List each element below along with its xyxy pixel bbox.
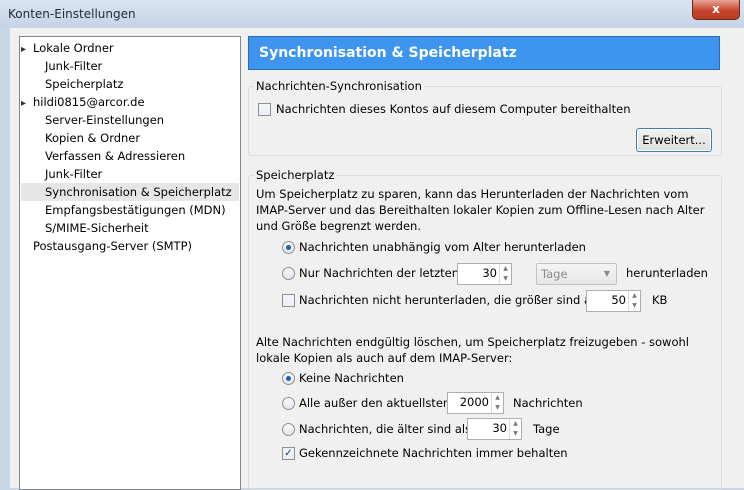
arrow-down-icon[interactable]: ▼ bbox=[629, 301, 640, 311]
window-title: Konten-Einstellungen bbox=[8, 7, 136, 21]
size-limit-unit: KB bbox=[652, 293, 668, 307]
size-limit-input[interactable]: 50 ▲ ▼ bbox=[586, 290, 641, 312]
tree-item-smtp[interactable]: Postausgang-Server (SMTP) bbox=[33, 237, 192, 255]
delete-except-radio[interactable] bbox=[282, 397, 295, 410]
spin-buttons[interactable]: ▲ ▼ bbox=[499, 264, 511, 284]
spin-value: 2000 bbox=[459, 395, 489, 409]
download-recent-unit-select[interactable]: Tage ▼ bbox=[536, 263, 617, 285]
arrow-up-icon[interactable]: ▲ bbox=[629, 291, 640, 301]
arrow-down-icon[interactable]: ▼ bbox=[500, 274, 511, 284]
tree-item-smime[interactable]: S/MIME-Sicherheit bbox=[45, 219, 149, 237]
spin-value: 30 bbox=[482, 266, 497, 280]
keep-messages-checkbox[interactable] bbox=[258, 103, 271, 116]
storage-group-legend: Speicherplatz bbox=[254, 168, 337, 182]
download-all-label: Nachrichten unabhängig vom Alter herunte… bbox=[299, 240, 586, 254]
keep-flagged-checkbox[interactable]: ✓ bbox=[282, 447, 295, 460]
tree-item-label: Postausgang-Server (SMTP) bbox=[33, 239, 192, 253]
sync-group-legend: Nachrichten-Synchronisation bbox=[254, 79, 424, 93]
tree-item-label: Lokale Ordner bbox=[33, 41, 114, 55]
title-bar: Konten-Einstellungen x bbox=[0, 0, 744, 28]
page-header: Synchronisation & Speicherplatz bbox=[248, 36, 720, 70]
delete-except-label: Alle außer den aktuellsten bbox=[299, 396, 451, 410]
delete-none-label: Keine Nachrichten bbox=[299, 371, 404, 385]
tree-item-label: Kopien & Ordner bbox=[45, 131, 141, 145]
delete-older-input[interactable]: 30 ▲ ▼ bbox=[467, 418, 522, 440]
delete-older-label: Nachrichten, die älter sind als bbox=[299, 422, 472, 436]
tree-item-label: Speicherplatz bbox=[45, 77, 124, 91]
download-recent-suffix: herunterladen bbox=[626, 266, 708, 280]
tree-item-local-folders[interactable]: ▸ Lokale Ordner bbox=[21, 39, 114, 57]
tree-item-label: hildi0815@arcor.de bbox=[33, 95, 145, 109]
tree-item-account[interactable]: ▸ hildi0815@arcor.de bbox=[21, 93, 145, 111]
spin-value: 50 bbox=[611, 293, 626, 307]
arrow-down-icon[interactable]: ▼ bbox=[510, 429, 521, 439]
download-all-radio[interactable] bbox=[282, 241, 295, 254]
expand-icon[interactable]: ▸ bbox=[21, 95, 33, 113]
tree-item-disk-space-local[interactable]: Speicherplatz bbox=[45, 75, 123, 93]
spin-buttons[interactable]: ▲ ▼ bbox=[491, 393, 503, 413]
delete-older-radio[interactable] bbox=[282, 423, 295, 436]
size-limit-label: Nachrichten nicht herunterladen, die grö… bbox=[299, 293, 601, 307]
tree-item-junk-filter-account[interactable]: Junk-Filter bbox=[45, 165, 102, 183]
storage-description: Um Speicherplatz zu sparen, kann das Her… bbox=[256, 187, 705, 233]
tree-item-label: Server-Einstellungen bbox=[45, 113, 165, 127]
arrow-up-icon[interactable]: ▲ bbox=[492, 393, 503, 403]
tree-item-copies-folders[interactable]: Kopien & Ordner bbox=[45, 129, 140, 147]
delete-except-suffix: Nachrichten bbox=[513, 396, 583, 410]
delete-description: Alte Nachrichten endgültig löschen, um S… bbox=[256, 335, 689, 365]
delete-older-suffix: Tage bbox=[533, 422, 560, 436]
chevron-down-icon: ▼ bbox=[603, 269, 610, 278]
keep-messages-label: Nachrichten dieses Kontos auf diesem Com… bbox=[276, 102, 631, 116]
close-icon: x bbox=[712, 2, 720, 16]
account-tree[interactable]: ▸ Lokale Ordner Junk-Filter Speicherplatz… bbox=[19, 36, 241, 490]
check-icon: ✓ bbox=[284, 448, 293, 459]
tree-item-label: Verfassen & Adressieren bbox=[45, 149, 186, 163]
advanced-button[interactable]: Erweitert... bbox=[636, 128, 712, 152]
keep-flagged-label: Gekennzeichnete Nachrichten immer behalt… bbox=[299, 446, 568, 460]
spin-buttons[interactable]: ▲ ▼ bbox=[509, 419, 521, 439]
tree-item-label: Synchronisation & Speicherplatz bbox=[45, 185, 232, 199]
arrow-up-icon[interactable]: ▲ bbox=[510, 419, 521, 429]
tree-item-junk-filter-local[interactable]: Junk-Filter bbox=[45, 57, 102, 75]
tree-item-label: Empfangsbestätigungen (MDN) bbox=[45, 203, 226, 217]
delete-none-radio[interactable] bbox=[282, 372, 295, 385]
spin-value: 30 bbox=[492, 421, 507, 435]
spin-buttons[interactable]: ▲ ▼ bbox=[628, 291, 640, 311]
download-recent-radio[interactable] bbox=[282, 267, 295, 280]
download-recent-days-input[interactable]: 30 ▲ ▼ bbox=[457, 263, 512, 285]
select-value: Tage bbox=[541, 267, 568, 281]
settings-panel: Synchronisation & Speicherplatz Nachrich… bbox=[248, 36, 740, 490]
tree-item-receipts[interactable]: Empfangsbestätigungen (MDN) bbox=[45, 201, 226, 219]
tree-item-label: Junk-Filter bbox=[45, 167, 103, 181]
tree-item-sync-storage[interactable]: Synchronisation & Speicherplatz bbox=[21, 183, 239, 201]
delete-except-input[interactable]: 2000 ▲ ▼ bbox=[447, 392, 504, 414]
arrow-up-icon[interactable]: ▲ bbox=[500, 264, 511, 274]
close-button[interactable]: x bbox=[692, 0, 740, 20]
download-recent-label: Nur Nachrichten der letzten bbox=[299, 266, 460, 280]
advanced-button-label: Erweitert... bbox=[642, 133, 706, 147]
page-title: Synchronisation & Speicherplatz bbox=[259, 45, 517, 61]
tree-item-label: S/MIME-Sicherheit bbox=[45, 221, 149, 235]
size-limit-checkbox[interactable] bbox=[282, 294, 295, 307]
tree-item-label: Junk-Filter bbox=[45, 59, 103, 73]
tree-item-server-settings[interactable]: Server-Einstellungen bbox=[45, 111, 164, 129]
tree-item-composition[interactable]: Verfassen & Adressieren bbox=[45, 147, 185, 165]
expand-icon[interactable]: ▸ bbox=[21, 41, 33, 59]
arrow-down-icon[interactable]: ▼ bbox=[492, 403, 503, 413]
